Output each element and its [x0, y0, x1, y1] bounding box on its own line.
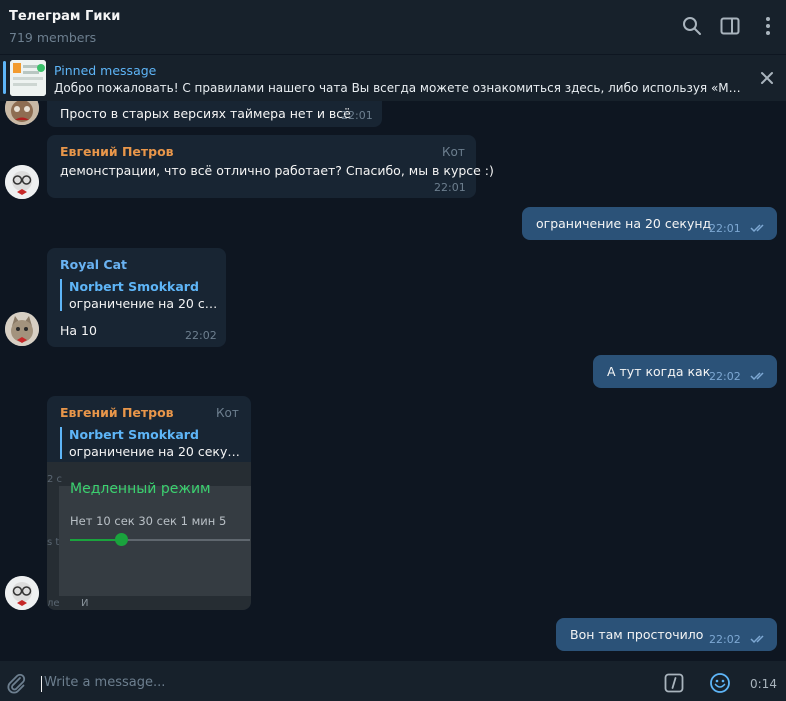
slowmode-options: Нет 10 сек 30 сек 1 мин 5: [70, 514, 227, 528]
message-time: 22:01: [709, 222, 741, 235]
screenshot-text-fragment: 2 с: [47, 474, 63, 485]
sidebar-toggle-icon[interactable]: [719, 15, 741, 37]
message-time: 22:02: [185, 329, 217, 342]
slowmode-slider: [70, 533, 250, 546]
slowmode-timer: 0:14: [750, 677, 777, 691]
emoji-icon[interactable]: [709, 672, 731, 694]
message-bubble-outgoing[interactable]: А тут когда как 22:02: [593, 355, 777, 388]
search-icon[interactable]: [681, 15, 703, 37]
avatar[interactable]: [5, 165, 39, 199]
screenshot-text-fragment: s t: [47, 537, 60, 548]
slowmode-title: Медленный режим: [70, 481, 211, 497]
message-text: Просто в старых версиях таймера нет и вс…: [60, 106, 351, 121]
reply-quote[interactable]: Norbert Smokkard ограничение на 20 секун…: [60, 279, 219, 311]
sender-name[interactable]: Евгений Петров: [60, 144, 174, 159]
close-icon[interactable]: [758, 69, 776, 87]
screenshot-text-fragment: ле: [47, 598, 60, 609]
pinned-thumbnail: [10, 60, 46, 96]
sender-name[interactable]: Евгений Петров: [60, 405, 174, 420]
slowmode-panel: И: [59, 486, 251, 609]
screenshot-text-fragment: И: [81, 598, 89, 609]
member-count[interactable]: 719 members: [9, 30, 96, 45]
attach-icon[interactable]: [5, 672, 27, 694]
message-bubble-outgoing[interactable]: ограничение на 20 секунд 22:01: [522, 207, 777, 240]
message-bubble[interactable]: Просто в старых версиях таймера нет и вс…: [47, 101, 382, 127]
member-tag: Кот: [442, 145, 465, 159]
double-check-icon: [750, 224, 764, 233]
message-bubble[interactable]: Royal Cat Norbert Smokkard ограничение н…: [47, 248, 226, 347]
bot-command-icon[interactable]: [664, 673, 684, 693]
avatar[interactable]: [5, 101, 39, 125]
avatar[interactable]: [5, 576, 39, 610]
message-input[interactable]: [44, 670, 644, 694]
avatar[interactable]: [5, 312, 39, 346]
message-bubble[interactable]: Евгений Петров Кот демонстрации, что всё…: [47, 135, 494, 198]
text-caret: [41, 676, 42, 692]
double-check-icon: [750, 635, 764, 644]
message-bubble[interactable]: Евгений Петров Кот Norbert Smokkard огра…: [47, 396, 251, 610]
chat-title[interactable]: Телеграм Гики: [9, 9, 120, 24]
attached-screenshot[interactable]: 2 с s t ле И Медленный режим Нет 10 сек …: [47, 462, 251, 610]
member-tag: Кот: [216, 406, 239, 420]
sender-name[interactable]: Royal Cat: [60, 257, 127, 272]
message-text: Вон там просточило: [570, 627, 704, 642]
message-text: ограничение на 20 секунд: [536, 216, 712, 231]
reply-text: ограничение на 20 секунд: [69, 444, 244, 459]
reply-author: Norbert Smokkard: [69, 427, 199, 442]
message-time: 22:01: [341, 109, 373, 122]
more-vertical-icon[interactable]: [757, 15, 779, 37]
message-bubble-outgoing[interactable]: Вон там просточило 22:02: [556, 618, 777, 651]
pinned-indicator: [3, 61, 6, 94]
pinned-text: Добро пожаловать! С правилами нашего чат…: [54, 81, 744, 95]
pinned-title: Pinned message: [54, 63, 157, 78]
double-check-icon: [750, 372, 764, 381]
reply-quote[interactable]: Norbert Smokkard ограничение на 20 секун…: [60, 427, 244, 459]
message-composer: 0:14: [0, 660, 786, 701]
reply-text: ограничение на 20 секунд: [69, 296, 219, 311]
message-time: 22:02: [709, 370, 741, 383]
message-text: А тут когда как: [607, 364, 711, 379]
message-time: 22:02: [709, 633, 741, 646]
chat-header: Телеграм Гики 719 members: [0, 0, 786, 54]
message-text: демонстрации, что всё отлично работает? …: [60, 163, 494, 178]
message-time: 22:01: [434, 181, 466, 194]
message-feed[interactable]: Просто в старых версиях таймера нет и вс…: [0, 101, 786, 660]
message-text: На 10: [60, 323, 97, 338]
pinned-message-bar[interactable]: Pinned message Добро пожаловать! С прави…: [0, 54, 786, 101]
reply-author: Norbert Smokkard: [69, 279, 199, 294]
